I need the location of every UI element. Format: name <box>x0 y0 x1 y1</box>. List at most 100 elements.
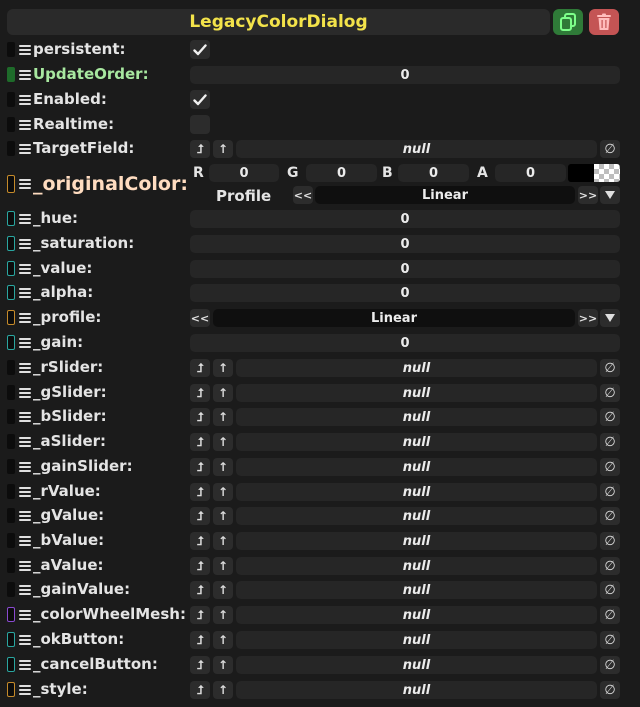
clear-button[interactable]: ∅ <box>600 458 620 476</box>
alpha-input[interactable]: 0 <box>190 284 620 302</box>
clear-button[interactable]: ∅ <box>600 408 620 426</box>
drag-handle-icon[interactable] <box>19 235 31 252</box>
drag-handle-icon[interactable] <box>19 557 31 574</box>
profile-dropdown-button[interactable] <box>600 186 620 204</box>
clear-button[interactable]: ∅ <box>600 631 620 649</box>
reference-field[interactable]: null <box>236 656 597 674</box>
r-input[interactable]: 0 <box>209 164 279 182</box>
reference-field[interactable]: null <box>236 681 597 699</box>
drag-handle-icon[interactable] <box>19 433 31 450</box>
duplicate-button[interactable] <box>553 9 583 35</box>
profile-prev-button[interactable]: << <box>293 186 313 204</box>
reference-field[interactable]: null <box>236 631 597 649</box>
profile-next-button[interactable]: >> <box>578 309 598 327</box>
up-button[interactable]: ↑ <box>213 606 233 624</box>
drag-handle-icon[interactable] <box>19 41 31 58</box>
realtime-checkbox[interactable] <box>190 115 210 134</box>
reference-field[interactable]: null <box>236 140 597 158</box>
hue-input[interactable]: 0 <box>190 210 620 228</box>
jump-button[interactable]: ⮥ <box>190 140 210 158</box>
jump-button[interactable]: ⮥ <box>190 458 210 476</box>
clear-button[interactable]: ∅ <box>600 140 620 158</box>
alpha-swatch[interactable] <box>594 164 620 182</box>
drag-handle-icon[interactable] <box>19 532 31 549</box>
jump-button[interactable]: ⮥ <box>190 408 210 426</box>
saturation-input[interactable]: 0 <box>190 235 620 253</box>
delete-button[interactable] <box>589 9 619 35</box>
drag-handle-icon[interactable] <box>19 116 31 133</box>
up-button[interactable]: ↑ <box>213 507 233 525</box>
jump-button[interactable]: ⮥ <box>190 557 210 575</box>
clear-button[interactable]: ∅ <box>600 606 620 624</box>
reference-field[interactable]: null <box>236 408 597 426</box>
reference-field[interactable]: null <box>236 433 597 451</box>
up-button[interactable]: ↑ <box>213 656 233 674</box>
persistent-checkbox[interactable] <box>190 40 210 59</box>
clear-button[interactable]: ∅ <box>600 507 620 525</box>
profile-value[interactable]: Linear <box>213 309 575 327</box>
drag-handle-icon[interactable] <box>19 175 31 192</box>
jump-button[interactable]: ⮥ <box>190 483 210 501</box>
drag-handle-icon[interactable] <box>19 284 31 301</box>
jump-button[interactable]: ⮥ <box>190 656 210 674</box>
up-button[interactable]: ↑ <box>213 532 233 550</box>
jump-button[interactable]: ⮥ <box>190 507 210 525</box>
drag-handle-icon[interactable] <box>19 309 31 326</box>
drag-handle-icon[interactable] <box>19 359 31 376</box>
drag-handle-icon[interactable] <box>19 384 31 401</box>
drag-handle-icon[interactable] <box>19 681 31 698</box>
color-swatch[interactable] <box>568 164 594 182</box>
profile-value[interactable]: Linear <box>315 186 575 204</box>
value-input[interactable]: 0 <box>190 260 620 278</box>
reference-field[interactable]: null <box>236 384 597 402</box>
clear-button[interactable]: ∅ <box>600 483 620 501</box>
up-button[interactable]: ↑ <box>213 408 233 426</box>
clear-button[interactable]: ∅ <box>600 557 620 575</box>
up-button[interactable]: ↑ <box>213 581 233 599</box>
drag-handle-icon[interactable] <box>19 334 31 351</box>
clear-button[interactable]: ∅ <box>600 359 620 377</box>
enabled-checkbox[interactable] <box>190 90 210 109</box>
clear-button[interactable]: ∅ <box>600 681 620 699</box>
drag-handle-icon[interactable] <box>19 483 31 500</box>
clear-button[interactable]: ∅ <box>600 656 620 674</box>
jump-button[interactable]: ⮥ <box>190 681 210 699</box>
up-button[interactable]: ↑ <box>213 681 233 699</box>
reference-field[interactable]: null <box>236 458 597 476</box>
b-input[interactable]: 0 <box>398 164 469 182</box>
jump-button[interactable]: ⮥ <box>190 581 210 599</box>
clear-button[interactable]: ∅ <box>600 581 620 599</box>
reference-field[interactable]: null <box>236 532 597 550</box>
drag-handle-icon[interactable] <box>19 260 31 277</box>
jump-button[interactable]: ⮥ <box>190 384 210 402</box>
drag-handle-icon[interactable] <box>19 656 31 673</box>
clear-button[interactable]: ∅ <box>600 433 620 451</box>
drag-handle-icon[interactable] <box>19 581 31 598</box>
up-button[interactable]: ↑ <box>213 458 233 476</box>
drag-handle-icon[interactable] <box>19 140 31 157</box>
drag-handle-icon[interactable] <box>19 606 31 623</box>
clear-button[interactable]: ∅ <box>600 532 620 550</box>
jump-button[interactable]: ⮥ <box>190 433 210 451</box>
drag-handle-icon[interactable] <box>19 458 31 475</box>
g-input[interactable]: 0 <box>306 164 377 182</box>
gain-input[interactable]: 0 <box>190 334 620 352</box>
a-input[interactable]: 0 <box>495 164 566 182</box>
jump-button[interactable]: ⮥ <box>190 606 210 624</box>
clear-button[interactable]: ∅ <box>600 384 620 402</box>
up-button[interactable]: ↑ <box>213 140 233 158</box>
drag-handle-icon[interactable] <box>19 91 31 108</box>
up-button[interactable]: ↑ <box>213 433 233 451</box>
reference-field[interactable]: null <box>236 507 597 525</box>
update-order-input[interactable]: 0 <box>190 66 620 84</box>
drag-handle-icon[interactable] <box>19 210 31 227</box>
profile-next-button[interactable]: >> <box>578 186 598 204</box>
up-button[interactable]: ↑ <box>213 557 233 575</box>
profile-dropdown-button[interactable] <box>600 309 620 327</box>
reference-field[interactable]: null <box>236 483 597 501</box>
up-button[interactable]: ↑ <box>213 483 233 501</box>
reference-field[interactable]: null <box>236 581 597 599</box>
reference-field[interactable]: null <box>236 606 597 624</box>
reference-field[interactable]: null <box>236 557 597 575</box>
up-button[interactable]: ↑ <box>213 631 233 649</box>
